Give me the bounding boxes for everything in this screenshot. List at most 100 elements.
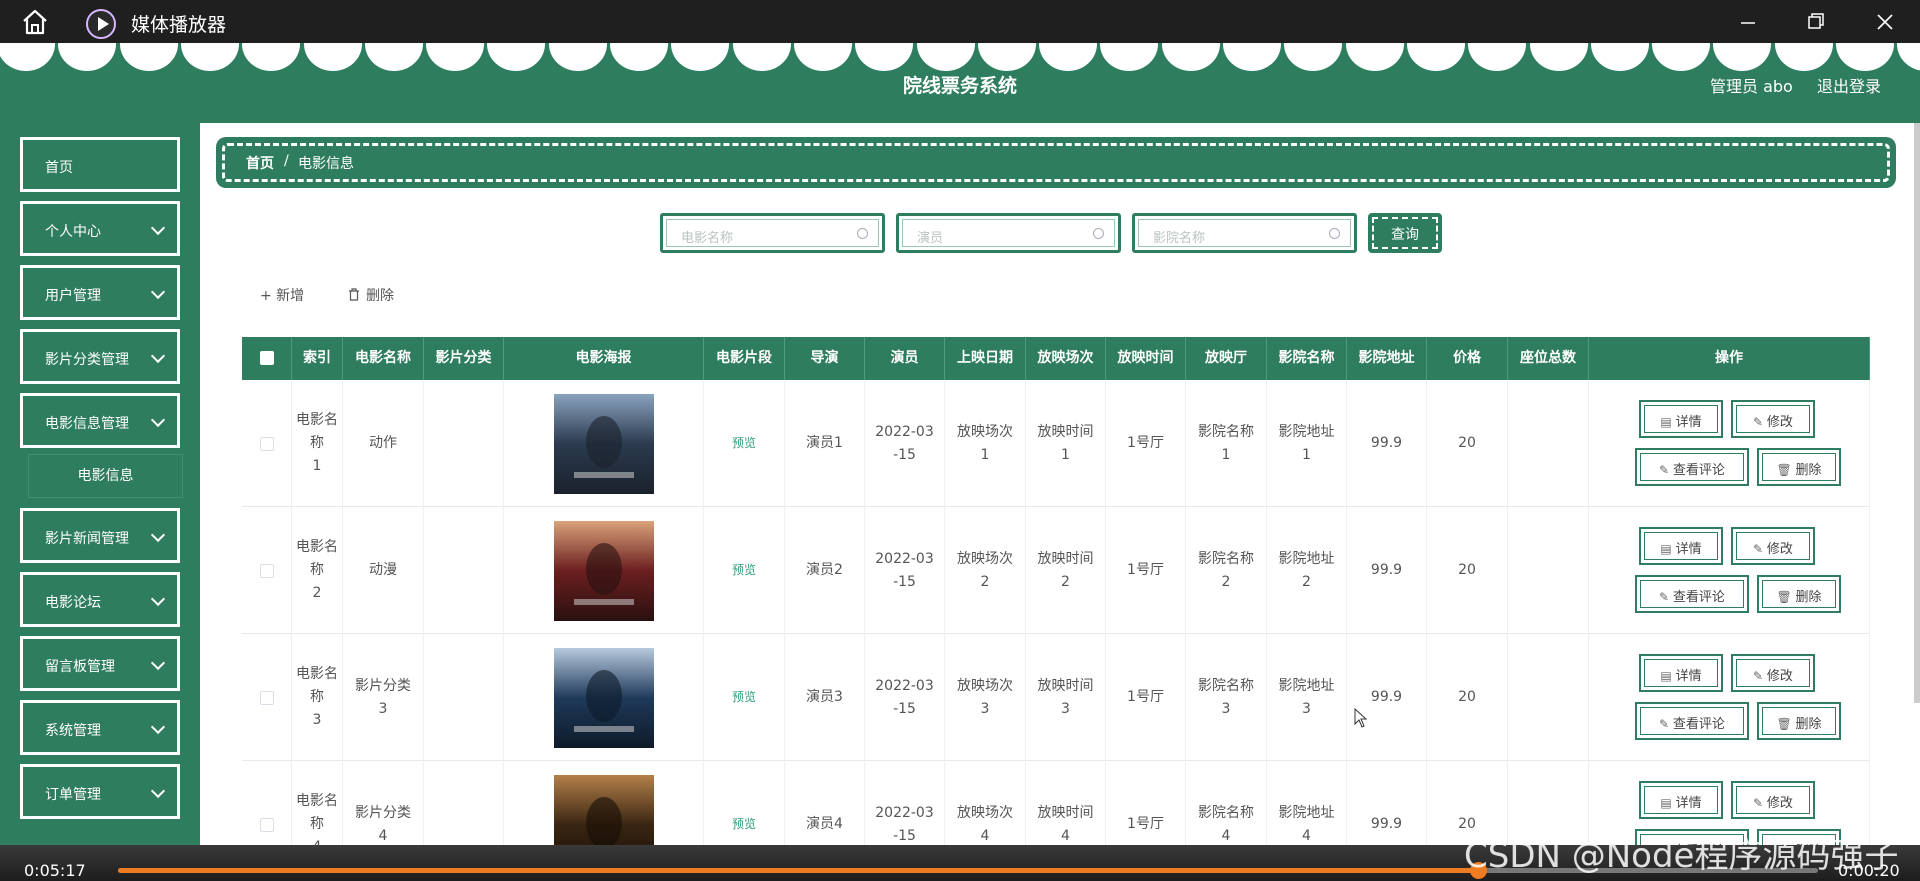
column-header-hall: 放映厅 xyxy=(1186,337,1267,380)
chevron-down-icon xyxy=(150,527,166,543)
cell-cinema-address: 99.9 xyxy=(1347,507,1427,634)
column-header-operations: 操作 xyxy=(1589,337,1870,380)
query-button[interactable]: 查询 xyxy=(1368,213,1442,253)
header-scallop xyxy=(793,43,852,71)
logout-link[interactable]: 退出登录 xyxy=(1817,73,1881,97)
breadcrumb-home[interactable]: 首页 xyxy=(246,153,274,173)
delete-button[interactable]: 删除 xyxy=(348,285,394,305)
minimize-icon[interactable] xyxy=(1730,6,1766,38)
cell-category xyxy=(424,507,504,634)
detail-button[interactable]: ▤ 详情 xyxy=(1639,781,1723,819)
cell-poster xyxy=(504,507,704,634)
row-checkbox[interactable] xyxy=(259,563,274,578)
home-icon[interactable] xyxy=(20,8,50,36)
clip-preview-link[interactable]: 预览 xyxy=(732,686,756,709)
cell-select xyxy=(242,507,292,634)
edit-button[interactable]: ✎ 修改 xyxy=(1731,654,1815,692)
sidebar-subitem-movie-info[interactable]: 电影信息 xyxy=(28,454,183,498)
edit-button[interactable]: ✎ 修改 xyxy=(1731,400,1815,438)
cell-clip: 预览 xyxy=(704,761,785,845)
view-comments-button[interactable]: ✎ 查看评论 xyxy=(1635,575,1749,613)
header-scallop xyxy=(1406,43,1465,71)
cell-operations: ▤ 详情✎ 修改 ✎ 查看评论🗑 删除 xyxy=(1589,507,1870,634)
add-button[interactable]: + 新增 xyxy=(260,285,304,305)
column-header-category: 影片分类 xyxy=(424,337,504,380)
cell-actor: 2022-03 -15 xyxy=(865,380,945,507)
trash-icon: 🗑 xyxy=(1776,463,1796,477)
sidebar-item-forum[interactable]: 电影论坛 xyxy=(20,572,180,627)
movie-poster[interactable] xyxy=(553,774,654,846)
document-icon: ▤ xyxy=(1660,542,1676,556)
detail-button[interactable]: ▤ 详情 xyxy=(1639,527,1723,565)
sidebar-item-label: 电影信息管理 xyxy=(45,416,129,432)
cell-cinema-name: 影院地址 1 xyxy=(1267,380,1347,507)
edit-button[interactable]: ✎ 修改 xyxy=(1731,781,1815,819)
header-scallop xyxy=(732,43,791,71)
column-header-select[interactable] xyxy=(242,337,292,380)
search-placeholder: 影院名称 xyxy=(1153,231,1206,246)
cell-director: 演员4 xyxy=(785,761,865,845)
row-delete-button[interactable]: 🗑 删除 xyxy=(1757,448,1841,486)
cell-select xyxy=(242,634,292,761)
sidebar-item-messages[interactable]: 留言板管理 xyxy=(20,636,180,691)
cinema-search-input[interactable]: 影院名称 xyxy=(1132,213,1357,253)
view-comments-button[interactable]: ✎ 查看评论 xyxy=(1635,702,1749,740)
cell-director: 演员2 xyxy=(785,507,865,634)
header-scallop xyxy=(1468,43,1527,71)
detail-button[interactable]: ▤ 详情 xyxy=(1639,400,1723,438)
sidebar-item-home[interactable]: 首页 xyxy=(20,137,180,192)
sidebar: 首页 个人中心 用户管理 影片分类管理 电影信息管理 电影信息 影片新闻管理 电… xyxy=(0,123,200,845)
pencil-icon: ✎ xyxy=(1753,415,1767,429)
row-checkbox[interactable] xyxy=(259,436,274,451)
sidebar-item-label: 影片新闻管理 xyxy=(45,531,129,547)
row-checkbox[interactable] xyxy=(259,690,274,705)
sidebar-item-categories[interactable]: 影片分类管理 xyxy=(20,329,180,384)
movie-poster[interactable] xyxy=(553,647,654,748)
sidebar-item-news[interactable]: 影片新闻管理 xyxy=(20,508,180,563)
clip-preview-link[interactable]: 预览 xyxy=(732,559,756,582)
cell-release-date: 放映场次 2 xyxy=(945,507,1026,634)
breadcrumb-border xyxy=(222,143,1890,182)
edit-button[interactable]: ✎ 修改 xyxy=(1731,527,1815,565)
system-title: 院线票务系统 xyxy=(902,75,1017,97)
column-header-show-time: 放映时间 xyxy=(1106,337,1186,380)
select-all-checkbox[interactable] xyxy=(259,351,274,365)
clip-preview-link[interactable]: 预览 xyxy=(732,432,756,455)
breadcrumb-separator: / xyxy=(284,153,289,169)
row-delete-button[interactable]: 🗑 删除 xyxy=(1757,702,1841,740)
cell-release-date: 放映场次 3 xyxy=(945,634,1026,761)
cell-session: 放映时间 2 xyxy=(1026,507,1106,634)
cell-actor: 2022-03 -15 xyxy=(865,761,945,845)
movie-name-search-input[interactable]: 电影名称 xyxy=(660,213,885,253)
header-scallop xyxy=(1345,43,1404,71)
header-scallop xyxy=(1100,43,1159,71)
scrollbar[interactable] xyxy=(1914,123,1920,703)
admin-label: 管理员 abo xyxy=(1710,77,1793,96)
app-header: 院线票务系统 管理员 abo 退出登录 xyxy=(0,43,1920,123)
header-scallop xyxy=(1039,43,1098,71)
row-delete-button[interactable]: 🗑 删除 xyxy=(1757,575,1841,613)
sidebar-item-orders[interactable]: 订单管理 xyxy=(20,764,180,819)
document-icon: ▤ xyxy=(1660,669,1676,683)
close-icon[interactable] xyxy=(1867,6,1903,38)
movie-poster[interactable] xyxy=(553,520,654,621)
movie-poster[interactable] xyxy=(553,393,654,494)
sidebar-item-movie-info[interactable]: 电影信息管理 xyxy=(20,393,180,448)
sidebar-item-label: 影片分类管理 xyxy=(45,352,129,368)
detail-button[interactable]: ▤ 详情 xyxy=(1639,654,1723,692)
chevron-down-icon xyxy=(150,719,166,735)
cell-poster xyxy=(504,761,704,845)
sidebar-item-system[interactable]: 系统管理 xyxy=(20,700,180,755)
restore-icon[interactable] xyxy=(1797,6,1833,38)
row-checkbox[interactable] xyxy=(259,817,274,832)
sidebar-item-profile[interactable]: 个人中心 xyxy=(20,201,180,256)
sidebar-item-users[interactable]: 用户管理 xyxy=(20,265,180,320)
actor-search-input[interactable]: 演员 xyxy=(896,213,1121,253)
header-scallop xyxy=(855,43,914,71)
view-comments-button[interactable]: ✎ 查看评论 xyxy=(1635,448,1749,486)
trash-icon: 🗑 xyxy=(1776,717,1796,731)
header-scallop xyxy=(1652,43,1711,71)
clip-preview-link[interactable]: 预览 xyxy=(732,813,756,836)
cell-category xyxy=(424,380,504,507)
document-icon: ▤ xyxy=(1660,415,1676,429)
